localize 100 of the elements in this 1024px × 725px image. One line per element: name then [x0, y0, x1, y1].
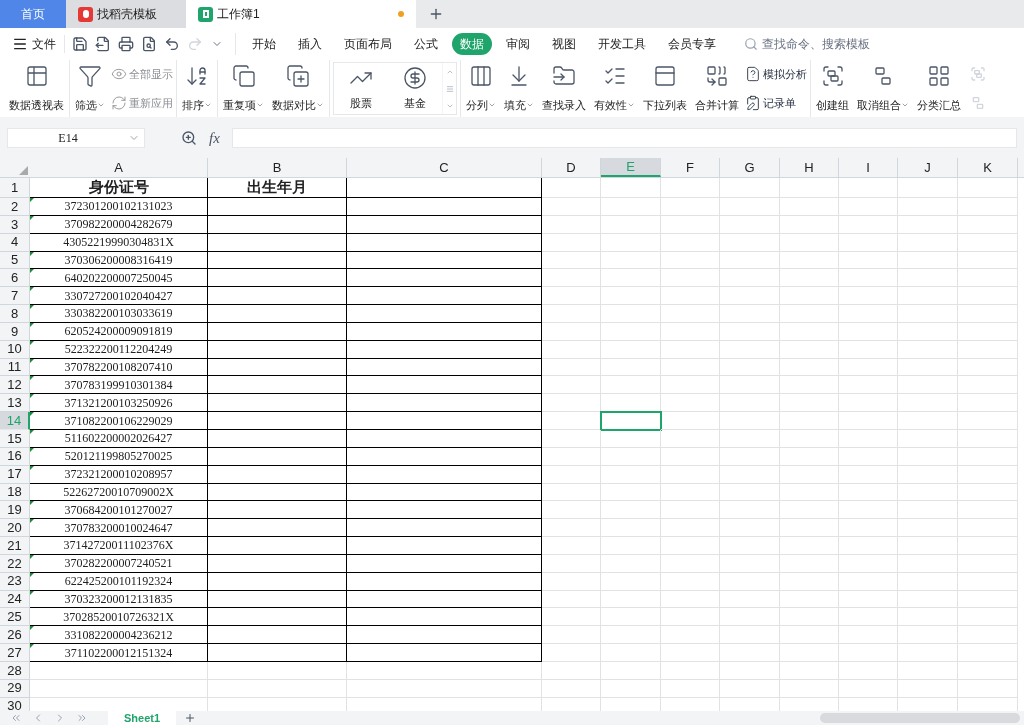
ribbon-button[interactable]: 排序: [180, 60, 214, 117]
search-field[interactable]: 查找命令、搜索模板: [744, 35, 902, 53]
row-header[interactable]: 21: [0, 537, 30, 555]
ribbon-tab[interactable]: 插入: [290, 33, 330, 55]
add-sheet-icon[interactable]: [184, 712, 197, 724]
table-cell: [542, 178, 601, 198]
table-cell: [720, 447, 780, 466]
ribbon-button[interactable]: 有效性: [592, 60, 637, 117]
row-header[interactable]: 6: [0, 269, 30, 288]
ribbon-small-button[interactable]: 记录单: [745, 94, 807, 111]
table-cell: 出生年月: [208, 178, 347, 198]
row-header[interactable]: 19: [0, 501, 30, 520]
formula-field[interactable]: [231, 128, 1017, 148]
row-header[interactable]: 2: [0, 198, 30, 216]
table-cell: [839, 626, 898, 645]
app-tab[interactable]: 找稻壳模板: [66, 0, 186, 28]
ribbon-button[interactable]: 数据透视表: [7, 60, 66, 117]
gallery-item[interactable]: 基金: [388, 63, 442, 114]
ribbon-tab[interactable]: 视图: [544, 33, 584, 55]
print-preview-icon[interactable]: [141, 36, 157, 52]
ribbon-button[interactable]: 取消组合: [855, 60, 911, 117]
column-header[interactable]: H: [780, 158, 839, 177]
table-cell: [780, 305, 839, 323]
table-cell: [898, 233, 958, 252]
table-cell: [720, 572, 780, 591]
table-cell: [720, 269, 780, 288]
export-icon[interactable]: [95, 36, 111, 52]
function-label[interactable]: fx: [209, 126, 220, 150]
table-cell: [958, 572, 1018, 591]
file-menu[interactable]: 文件: [12, 35, 65, 53]
table-cell: [898, 554, 958, 573]
gallery-scroll-icon[interactable]: [442, 63, 456, 114]
selected-cell: [601, 412, 661, 430]
table-cell: 520121199805270025: [30, 447, 208, 466]
column-header[interactable]: I: [839, 158, 898, 177]
ribbon-tab[interactable]: 开始: [244, 33, 284, 55]
column-header[interactable]: J: [898, 158, 958, 177]
ribbon-button[interactable]: 创建组: [814, 60, 851, 117]
table-cell: [958, 537, 1018, 555]
save-icon[interactable]: [72, 36, 88, 52]
printer-icon[interactable]: [118, 36, 134, 52]
table-cell: [839, 394, 898, 413]
row-header[interactable]: 27: [0, 644, 30, 662]
gallery-item[interactable]: 股票: [334, 63, 388, 114]
ribbon-tab[interactable]: 审阅: [498, 33, 538, 55]
table-cell: [839, 358, 898, 377]
column-header[interactable]: A: [30, 158, 208, 177]
horizontal-scrollbar[interactable]: [820, 713, 1020, 723]
ribbon-tab[interactable]: 公式: [406, 33, 446, 55]
column-header[interactable]: C: [347, 158, 542, 177]
table-cell: [958, 251, 1018, 270]
new-tab-icon[interactable]: [428, 6, 444, 22]
table-cell: 371102200012151324: [30, 644, 208, 662]
app-tab[interactable]: 工作簿1: [186, 0, 416, 28]
ribbon-button[interactable]: 分类汇总: [915, 60, 963, 117]
row-header[interactable]: 13: [0, 394, 30, 413]
ribbon-button[interactable]: 筛选: [73, 60, 107, 117]
table-cell: [661, 358, 720, 377]
column-header[interactable]: G: [720, 158, 780, 177]
redo-icon[interactable]: [187, 36, 203, 52]
ribbon-button[interactable]: 重复项: [221, 60, 266, 117]
table-cell: [661, 519, 720, 538]
row-header[interactable]: 1: [0, 178, 30, 198]
ribbon-small-button[interactable]: 模拟分析: [745, 66, 807, 83]
table-cell: [661, 429, 720, 448]
zoom-icon[interactable]: [181, 130, 197, 146]
row-header[interactable]: 7: [0, 287, 30, 306]
ribbon-button[interactable]: 查找录入: [540, 60, 588, 117]
table-cell: [958, 198, 1018, 216]
ribbon-button[interactable]: 下拉列表: [641, 60, 689, 117]
table-cell: [958, 447, 1018, 466]
first-sheet-icon[interactable]: [10, 712, 22, 724]
table-cell: [542, 269, 601, 288]
row-header[interactable]: 25: [0, 608, 30, 627]
undo-icon[interactable]: [164, 36, 180, 52]
ribbon-tab[interactable]: 会员专享: [660, 33, 724, 55]
table-cell: [720, 178, 780, 198]
row-header[interactable]: 8: [0, 305, 30, 323]
grid-icon: [927, 64, 951, 88]
column-header[interactable]: B: [208, 158, 347, 177]
last-sheet-icon[interactable]: [76, 712, 88, 724]
ribbon-button[interactable]: 合并计算: [693, 60, 741, 117]
ribbon-tab[interactable]: 页面布局: [336, 33, 400, 55]
row-header[interactable]: 20: [0, 519, 30, 538]
ribbon-button[interactable]: 数据对比: [270, 60, 326, 117]
row-header[interactable]: 12: [0, 376, 30, 395]
column-header[interactable]: F: [661, 158, 720, 177]
refresh-icon: [111, 94, 127, 111]
ribbon-button[interactable]: 填充: [502, 60, 536, 117]
column-header[interactable]: K: [958, 158, 1018, 177]
table-cell: [720, 501, 780, 520]
table-cell: [958, 519, 1018, 538]
name-box[interactable]: E14: [7, 128, 145, 148]
row-header[interactable]: 26: [0, 626, 30, 645]
table-cell: [839, 376, 898, 395]
table-cell: [661, 198, 720, 216]
ribbon-tab[interactable]: 开发工具: [590, 33, 654, 55]
app-tab[interactable]: 首页: [0, 0, 66, 28]
ribbon-button[interactable]: 分列: [464, 60, 498, 117]
table-cell: [898, 340, 958, 359]
